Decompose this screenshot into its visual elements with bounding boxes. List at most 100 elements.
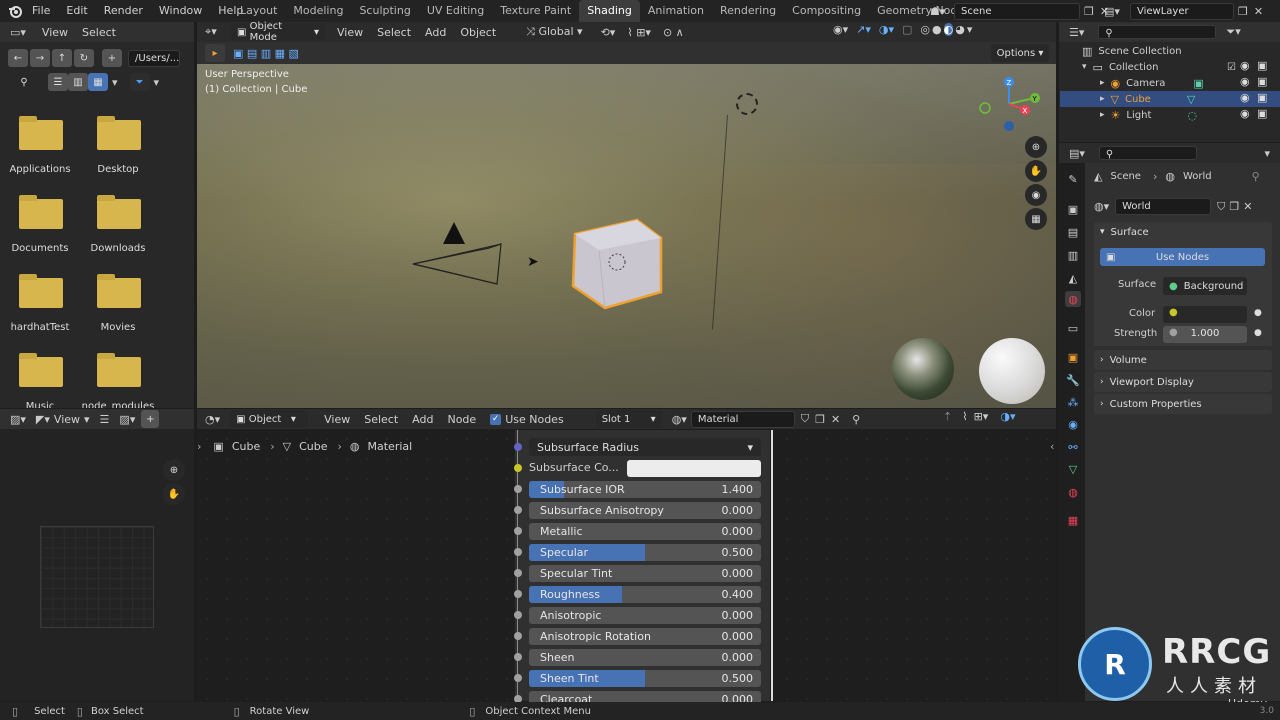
new-viewlayer-icon[interactable]: ❐ (1238, 5, 1248, 18)
hamburger-icon[interactable]: ☰ (100, 413, 110, 426)
sidebar-toggle-icon[interactable]: ‹ (1050, 440, 1054, 453)
world-use-nodes-button[interactable]: ▣ Use Nodes (1100, 248, 1265, 266)
surface-shader-field[interactable]: ● Background (1163, 277, 1247, 295)
fake-user-shield-icon[interactable]: ⛉ (1217, 200, 1225, 214)
camera-object[interactable] (409, 218, 505, 288)
cube-object[interactable] (567, 216, 667, 312)
folder-icon[interactable] (19, 274, 63, 308)
render-camera-icon[interactable]: ▣ (1257, 59, 1267, 72)
folder-icon[interactable] (97, 353, 141, 387)
snap-icon[interactable]: ⌇ ⊞▾ (627, 26, 651, 39)
image-icon[interactable]: ▨▾ (119, 413, 135, 426)
path-field[interactable]: /Users/... (128, 49, 180, 67)
back-icon[interactable]: ← (8, 49, 28, 67)
surface-panel-header[interactable]: ▾ Surface (1094, 222, 1272, 242)
expand-arrow-icon[interactable]: ▾ (1082, 62, 1087, 72)
select-tool-icon[interactable]: ▸ (205, 44, 225, 62)
folder-icon[interactable] (97, 116, 141, 150)
slot-dropdown[interactable]: Slot 1 ▾ (595, 410, 662, 428)
perspective-grid-icon[interactable]: ▦ (1025, 208, 1047, 230)
tab-sculpting[interactable]: Sculpting (351, 0, 418, 22)
folder-label[interactable]: node_modules (78, 401, 158, 408)
eye-icon[interactable]: ◉ (1240, 59, 1250, 72)
scene-field[interactable]: Scene (954, 3, 1080, 20)
editor-type-icon[interactable]: ▤▾ (1069, 147, 1085, 160)
thumbnails-icon[interactable]: ▦ (88, 73, 108, 91)
light-object[interactable] (736, 93, 758, 115)
file-menu-select[interactable]: Select (82, 26, 116, 39)
folder-icon[interactable] (19, 353, 63, 387)
socket-vector-icon[interactable] (514, 443, 522, 451)
node-slider-sheen[interactable]: Sheen 0.000 (529, 649, 761, 666)
display-dropdown-icon[interactable]: ▾ (112, 76, 118, 89)
node-menu-view[interactable]: View (324, 413, 350, 426)
physics-tab-icon[interactable]: ◉ (1065, 416, 1081, 432)
editor-type-icon[interactable]: ▭▾ (10, 26, 26, 39)
node-slider-roughness[interactable]: Roughness 0.400 (529, 586, 761, 603)
checkbox-icon[interactable]: ☑ (1227, 62, 1236, 73)
blender-logo-icon[interactable] (8, 4, 22, 18)
options-dropdown[interactable]: Options ▾ (991, 44, 1049, 62)
socket-float-icon[interactable] (514, 485, 522, 493)
node-menu-node[interactable]: Node (447, 413, 476, 426)
constraints-tab-icon[interactable]: ⚯ (1065, 439, 1081, 455)
file-menu-view[interactable]: View (42, 26, 68, 39)
material-browse-icon[interactable]: ◍▾ (672, 413, 687, 426)
world-name-field[interactable]: World (1115, 198, 1212, 215)
filter-dropdown-icon[interactable]: ▾ (154, 76, 160, 89)
expand-arrow-icon[interactable]: ▸ (1100, 94, 1105, 104)
node-slider-specular[interactable]: Specular 0.500 (529, 544, 761, 561)
new-folder-icon[interactable]: + (102, 49, 122, 67)
socket-float-icon[interactable] (514, 548, 522, 556)
keyframe-dot-icon[interactable]: ● (1254, 328, 1262, 338)
search-icon[interactable]: ⚲ (8, 73, 40, 91)
node-slider-sheen-tint[interactable]: Sheen Tint 0.500 (529, 670, 761, 687)
pivot-icon[interactable]: ⟲▾ (601, 26, 616, 39)
eye-icon[interactable]: ◉ (1240, 91, 1250, 104)
overlay-icon[interactable]: ◑▾ (879, 23, 894, 36)
render-camera-icon[interactable]: ▣ (1257, 91, 1267, 104)
options-dropdown-icon[interactable]: ▾ (1264, 147, 1270, 160)
outliner-scene-collection[interactable]: ▥ Scene Collection (1060, 43, 1274, 59)
scene-tab-icon[interactable]: ◭ (1065, 270, 1081, 286)
image-menu-view[interactable]: View (54, 413, 80, 426)
viewport-menu-select[interactable]: Select (377, 26, 411, 39)
image-editor[interactable]: ▨▾ ◤▾ View ▾ ☰ ▨▾ + ⊕ ✋ (0, 409, 194, 701)
menu-render[interactable]: Render (104, 4, 143, 17)
socket-float-icon[interactable] (514, 527, 522, 535)
viewport-3d[interactable]: ⌖▾ ▣ Object Mode ▾ View Select Add Objec… (197, 21, 1056, 408)
output-tab-icon[interactable]: ▤ (1065, 224, 1081, 240)
socket-float-icon[interactable] (514, 632, 522, 640)
tab-layout[interactable]: Layout (232, 0, 285, 22)
socket-float-icon[interactable] (514, 611, 522, 619)
pin-icon[interactable]: ⚲ (1252, 170, 1260, 183)
keyframe-dot-icon[interactable]: ● (1254, 308, 1262, 318)
menu-edit[interactable]: Edit (66, 4, 87, 17)
outliner-search-field[interactable]: ⚲ (1098, 25, 1217, 39)
folder-label[interactable]: Documents (0, 243, 80, 254)
modifier-tab-icon[interactable]: 🔧 (1065, 372, 1081, 388)
filter-icon[interactable]: ⏷ (129, 73, 150, 91)
mode-dropdown[interactable]: ▣ Object Mode ▾ (231, 21, 325, 43)
filter-icon[interactable]: ⏷▾ (1226, 25, 1240, 39)
folder-icon[interactable] (19, 116, 63, 150)
render-camera-icon[interactable]: ▣ (1257, 75, 1267, 88)
collection-tab-icon[interactable]: ▭ (1065, 320, 1081, 336)
tab-rendering[interactable]: Rendering (712, 0, 784, 22)
socket-float-icon[interactable] (514, 674, 522, 682)
snap-icon[interactable]: ⌇ (962, 410, 967, 423)
zoom-icon[interactable]: ⊕ (1025, 136, 1047, 158)
forward-icon[interactable]: → (30, 49, 50, 67)
render-tab-icon[interactable]: ▣ (1065, 201, 1081, 217)
shading-material-icon[interactable]: ◐ (943, 23, 954, 36)
mesh-data-tab-icon[interactable]: ▽ (1065, 461, 1081, 477)
pan-hand-icon[interactable]: ✋ (163, 483, 185, 505)
shading-solid-icon[interactable]: ● (932, 23, 942, 36)
tab-shading[interactable]: Shading (579, 0, 640, 22)
use-nodes-checkbox[interactable]: ✓ (490, 413, 502, 425)
strength-field[interactable]: ● 1.000 (1163, 326, 1247, 343)
folder-icon[interactable] (97, 195, 141, 229)
viewport-menu-add[interactable]: Add (425, 26, 446, 39)
socket-float-icon[interactable] (514, 506, 522, 514)
navigation-gizmo[interactable]: Z Y X (977, 74, 1047, 134)
